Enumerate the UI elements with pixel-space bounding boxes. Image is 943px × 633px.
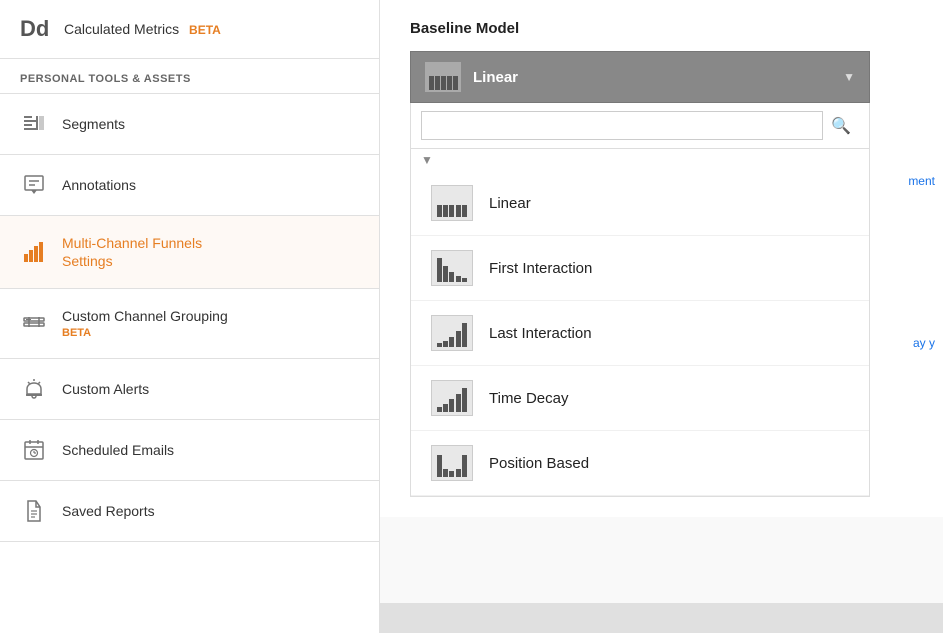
dropdown-list-arrow: ▼ (411, 149, 869, 171)
bottom-scrollbar[interactable] (380, 603, 943, 633)
dropdown-option-position-based[interactable]: Position Based (411, 431, 869, 496)
sidebar-item-custom-alerts[interactable]: Custom Alerts (0, 359, 379, 420)
calculated-metrics-beta: BETA (189, 23, 221, 37)
last-interaction-option-icon (431, 315, 473, 351)
multi-channel-label: Multi-Channel Funnels Settings (62, 234, 202, 270)
position-based-option-label: Position Based (489, 455, 589, 472)
calculated-metrics-icon: Dd (20, 16, 52, 42)
alerts-icon (20, 377, 48, 401)
last-interaction-option-label: Last Interaction (489, 325, 592, 342)
first-interaction-option-icon (431, 250, 473, 286)
sidebar-item-saved-reports[interactable]: Saved Reports (0, 481, 379, 542)
multichannel-icon (20, 240, 48, 264)
segments-label: Segments (62, 115, 125, 133)
baseline-model-dropdown[interactable]: Linear ▼ 🔍 ▼ (410, 51, 870, 497)
sidebar-item-multi-channel[interactable]: Multi-Channel Funnels Settings (0, 216, 379, 289)
saved-reports-label: Saved Reports (62, 502, 155, 520)
sidebar-item-annotations[interactable]: Annotations (0, 155, 379, 216)
dropdown-option-first-interaction[interactable]: First Interaction (411, 236, 869, 301)
dropdown-search-button[interactable]: 🔍 (823, 112, 859, 140)
dropdown-chevron-icon: ▼ (843, 70, 855, 84)
position-based-option-icon (431, 445, 473, 481)
baseline-model-title: Baseline Model (410, 20, 913, 37)
custom-alerts-label: Custom Alerts (62, 380, 149, 398)
dropdown-search-bar: 🔍 (410, 103, 870, 149)
sidebar: Dd Calculated Metrics BETA PERSONAL TOOL… (0, 0, 380, 633)
right-partial-text: ment ay y (883, 160, 943, 364)
sidebar-item-scheduled-emails[interactable]: Scheduled Emails (0, 420, 379, 481)
custom-channel-label: Custom Channel Grouping BETA (62, 307, 228, 339)
linear-option-icon (431, 185, 473, 221)
dropdown-trigger[interactable]: Linear ▼ (410, 51, 870, 103)
dropdown-option-linear[interactable]: Linear (411, 171, 869, 236)
scheduled-emails-label: Scheduled Emails (62, 441, 174, 459)
personal-tools-header: PERSONAL TOOLS & ASSETS (0, 59, 379, 94)
dropdown-option-last-interaction[interactable]: Last Interaction (411, 301, 869, 366)
dropdown-options-list: ▼ Linear (410, 149, 870, 497)
sidebar-item-segments[interactable]: Segments (0, 94, 379, 155)
time-decay-option-label: Time Decay (489, 390, 568, 407)
annotations-icon (20, 173, 48, 197)
first-interaction-option-label: First Interaction (489, 260, 592, 277)
baseline-model-section: Baseline Model Linear ▼ 🔍 (380, 0, 943, 517)
linear-trigger-icon (425, 62, 461, 92)
custom-channel-icon (20, 312, 48, 336)
saved-reports-icon (20, 499, 48, 523)
sidebar-item-custom-channel[interactable]: Custom Channel Grouping BETA (0, 289, 379, 358)
linear-option-label: Linear (489, 195, 531, 212)
dropdown-search-input[interactable] (421, 111, 823, 140)
main-content: Baseline Model Linear ▼ 🔍 (380, 0, 943, 633)
segments-icon (20, 112, 48, 136)
custom-channel-beta: BETA (62, 326, 228, 340)
dropdown-option-time-decay[interactable]: Time Decay (411, 366, 869, 431)
calculated-metrics-label: Calculated Metrics BETA (64, 21, 221, 37)
annotations-label: Annotations (62, 176, 136, 194)
sidebar-item-calculated-metrics[interactable]: Dd Calculated Metrics BETA (0, 0, 379, 59)
dropdown-selected-label: Linear (473, 69, 831, 86)
scheduled-icon (20, 438, 48, 462)
time-decay-option-icon (431, 380, 473, 416)
